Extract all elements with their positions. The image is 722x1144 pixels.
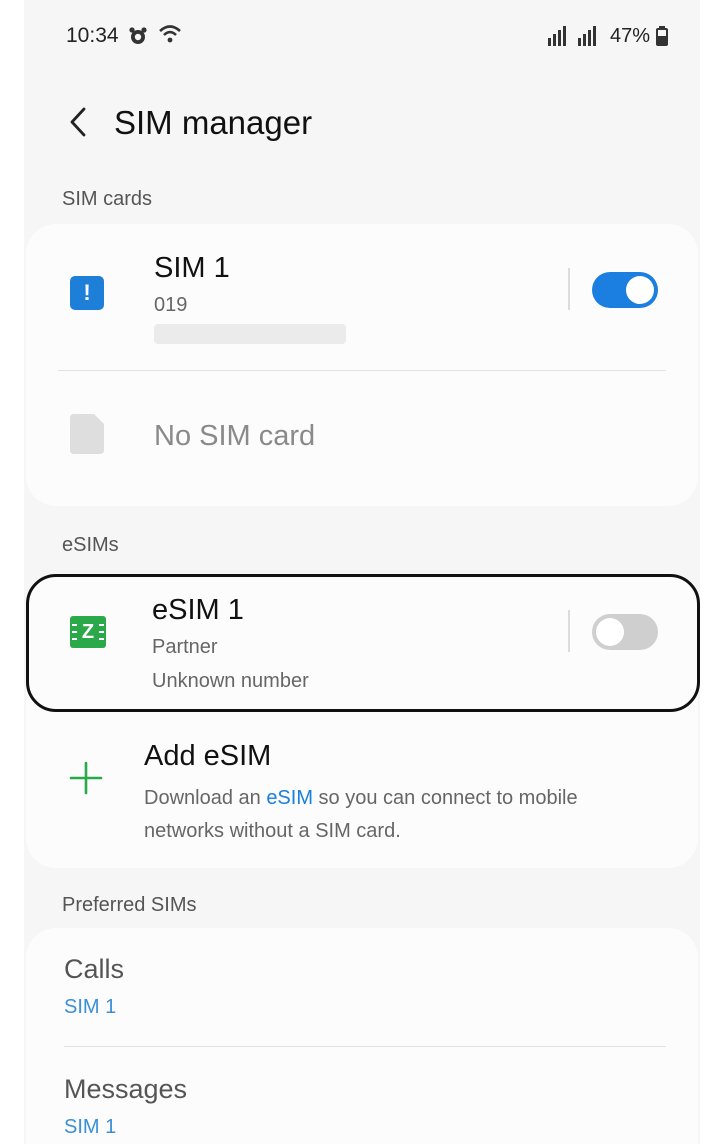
- messages-value: SIM 1: [64, 1116, 117, 1138]
- battery-icon: [656, 26, 668, 46]
- row-divider: [64, 1046, 666, 1047]
- calls-title: Calls: [64, 954, 125, 984]
- empty-sim-slot-icon: [70, 414, 104, 454]
- sim1-title: SIM 1: [154, 252, 230, 284]
- esim-link[interactable]: eSIM: [266, 787, 313, 809]
- no-sim-label: No SIM card: [154, 420, 316, 452]
- status-bar: 10:34 47%: [24, 0, 700, 70]
- status-right: 47%: [544, 24, 668, 48]
- section-label-preferred-sims: Preferred SIMs: [62, 894, 197, 916]
- add-esim-desc-before: Download an: [144, 787, 267, 809]
- vertical-divider: [568, 268, 570, 310]
- preferred-sims-card: Calls SIM 1 Messages SIM 1: [26, 928, 698, 1144]
- sim1-number: 019: [154, 294, 188, 316]
- sim-alert-icon: !: [70, 276, 104, 310]
- sim1-toggle[interactable]: [592, 272, 658, 308]
- add-esim-description: Download an eSIM so you can connect to m…: [144, 782, 644, 848]
- row-divider: [58, 370, 666, 371]
- add-esim-title: Add eSIM: [144, 740, 272, 772]
- alarm-icon: [129, 27, 147, 44]
- messages-title: Messages: [64, 1074, 188, 1104]
- back-arrow-icon[interactable]: [64, 104, 92, 140]
- battery-percent: 47%: [609, 24, 650, 47]
- sim-cards-card: ! SIM 1 019 No SIM card: [26, 224, 698, 506]
- status-time: 10:34: [66, 24, 119, 47]
- calls-value: SIM 1: [64, 996, 117, 1018]
- section-label-esims: eSIMs: [62, 534, 119, 556]
- toggle-knob: [626, 276, 654, 304]
- section-label-sim-cards: SIM cards: [62, 188, 153, 210]
- page-title: SIM manager: [114, 104, 313, 141]
- wifi-icon: [159, 25, 181, 43]
- redacted-number: [154, 324, 346, 344]
- signal-icon: [547, 26, 596, 46]
- sim-manager-screen: 10:34 47% SIM manager SIM cards ! SIM 1 …: [24, 0, 700, 1144]
- highlight-frame: [26, 574, 700, 712]
- plus-icon: [69, 761, 103, 795]
